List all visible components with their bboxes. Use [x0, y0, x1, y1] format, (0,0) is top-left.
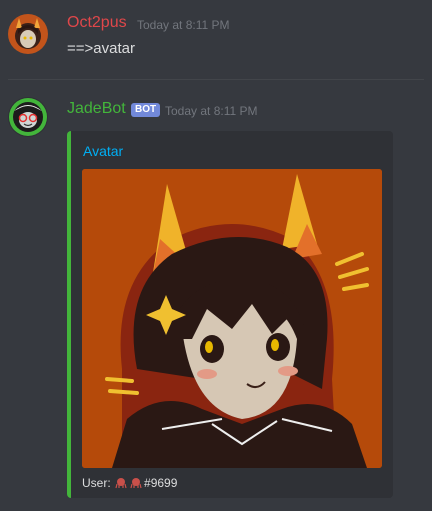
user-avatar[interactable]	[8, 14, 48, 54]
user-avatar-troll-icon	[8, 14, 48, 54]
message-timestamp: Today at 8:11 PM	[137, 18, 230, 32]
embed-footer: User: #9699	[82, 476, 177, 490]
embed: Avatar User: #9699	[67, 131, 393, 498]
message-username[interactable]: Oct2pus	[67, 14, 127, 32]
message-content: ==>avatar	[67, 40, 135, 57]
message-username[interactable]: JadeBot	[67, 100, 126, 118]
embed-footer-prefix: User:	[82, 476, 111, 490]
embed-footer-suffix: #9699	[144, 476, 178, 490]
bot-tag: BOT	[131, 103, 161, 117]
octopus-emoji-icon	[115, 478, 127, 489]
message-oct2pus: Oct2pus Today at 8:11 PM ==>avatar	[0, 0, 432, 79]
embed-title[interactable]: Avatar	[83, 143, 123, 159]
embed-image[interactable]	[82, 169, 382, 468]
avatar-image-troll-character	[82, 169, 382, 468]
message-timestamp: Today at 8:11 PM	[165, 104, 258, 118]
octopus-emoji-icon	[130, 478, 142, 489]
bot-avatar[interactable]	[8, 97, 48, 137]
bot-avatar-icon	[8, 97, 48, 137]
